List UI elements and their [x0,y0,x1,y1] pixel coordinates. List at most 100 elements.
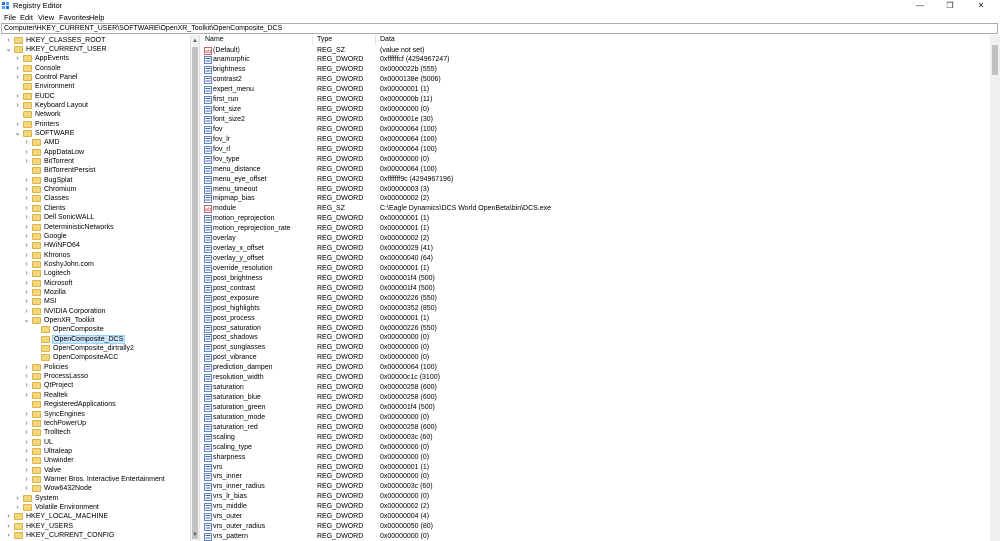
values-list[interactable]: Name Type Data ab (Default) REG_SZ (value n… [201,35,990,541]
value-row[interactable]: anamorphic REG_DWORD 0xffffffcf (429496724… [201,55,990,65]
tree-item-label[interactable]: KoshyJohn.com [43,260,95,269]
value-row[interactable]: saturation_blue REG_DWORD 0x00000258 (600) [201,393,990,403]
tree-item-label[interactable]: Khronos [43,251,71,260]
tree-item-label[interactable]: EUDC [34,92,56,101]
tree-item-label[interactable]: RegisteredApplications [43,400,117,409]
values-scrollbar[interactable] [990,35,1000,541]
tree-item-label[interactable]: Printers [34,120,60,129]
tree-item-label[interactable]: OpenComposite_DCS [52,334,126,344]
tree-item-label[interactable]: OpenXR_Toolkit [43,316,96,325]
tree-item-label[interactable]: System [34,494,59,503]
menu-favorites[interactable]: Favorites [59,12,90,23]
tree-item-label[interactable]: Microsoft [43,279,73,288]
value-row[interactable]: expert_menu REG_DWORD 0x00000001 (1) [201,85,990,95]
menu-edit[interactable]: Edit [20,12,33,23]
tree-item-label[interactable]: Trolltech [43,428,72,437]
value-row[interactable]: mipmap_bias REG_DWORD 0x00000002 (2) [201,194,990,204]
values-scroll-thumb[interactable] [992,45,998,75]
value-row[interactable]: saturation REG_DWORD 0x00000258 (600) [201,383,990,393]
value-row[interactable]: fov_type REG_DWORD 0x00000000 (0) [201,155,990,165]
value-row[interactable]: post_shadows REG_DWORD 0x00000000 (0) [201,333,990,343]
tree-item-label[interactable]: AppEvents [34,54,70,63]
value-row[interactable]: ab (Default) REG_SZ (value not set) [201,46,990,56]
value-row[interactable]: scaling REG_DWORD 0x0000003c (60) [201,433,990,443]
value-row[interactable]: override_resolution REG_DWORD 0x00000001 (… [201,264,990,274]
maximize-button[interactable]: ❐ [935,0,965,12]
tree-item-label[interactable]: Logitech [43,269,71,278]
value-row[interactable]: fov REG_DWORD 0x00000064 (100) [201,125,990,135]
menu-help[interactable]: Help [89,12,104,23]
value-row[interactable]: font_size REG_DWORD 0x00000000 (0) [201,105,990,115]
value-row[interactable]: scaling_type REG_DWORD 0x00000000 (0) [201,443,990,453]
tree-item-label[interactable]: SOFTWARE [34,129,75,138]
column-header-name[interactable]: Name [201,35,313,45]
tree-item-label[interactable]: OpenComposite [52,325,105,334]
value-row[interactable]: first_run REG_DWORD 0x0000000b (11) [201,95,990,105]
tree-item-label[interactable]: Control Panel [34,73,78,82]
tree-item-label[interactable]: OpenCompositeACC [52,353,119,362]
tree-item-label[interactable]: Realtek [43,391,69,400]
minimize-button[interactable]: — [905,0,935,12]
tree-item-label[interactable]: Valve [43,466,62,475]
value-row[interactable]: overlay REG_DWORD 0x00000002 (2) [201,234,990,244]
tree-item-label[interactable]: Mozilla [43,288,67,297]
tree-item-label[interactable]: HWiNFO64 [43,241,81,250]
tree-item-label[interactable]: Unwinder [43,456,75,465]
value-row[interactable]: vrs_outer_radius REG_DWORD 0x00000050 (80) [201,522,990,532]
tree-item-label[interactable]: Console [34,64,62,73]
tree-item-label[interactable]: AMD [43,138,61,147]
tree-item-label[interactable]: MSI [43,297,57,306]
tree-item-label[interactable]: Classes [43,194,70,203]
value-row[interactable]: vrs_inner REG_DWORD 0x00000000 (0) [201,472,990,482]
tree-item-label[interactable]: HKEY_CURRENT_CONFIG [25,531,115,540]
value-row[interactable]: overlay_y_offset REG_DWORD 0x00000040 (64) [201,254,990,264]
tree-item-label[interactable]: SyncEngines [43,410,86,419]
value-row[interactable]: font_size2 REG_DWORD 0x0000001e (30) [201,115,990,125]
value-row[interactable]: menu_timeout REG_DWORD 0x00000003 (3) [201,185,990,195]
value-row[interactable]: post_saturation REG_DWORD 0x00000226 (550) [201,324,990,334]
close-button[interactable]: ✕ [966,0,996,12]
tree-item-label[interactable]: Warner Bros. Interactive Entertainment [43,475,166,484]
value-row[interactable]: motion_reprojection_rate REG_DWORD 0x00000… [201,224,990,234]
value-row[interactable]: prediction_dampen REG_DWORD 0x00000064 (10… [201,363,990,373]
menu-file[interactable]: File [4,12,16,23]
value-row[interactable]: vrs_middle REG_DWORD 0x00000002 (2) [201,502,990,512]
value-row[interactable]: ab module REG_SZ C:\Eagle Dynamics\DCS Worl… [201,204,990,214]
tree-item-label[interactable]: Volatile Environment [34,503,100,512]
tree-item-label[interactable]: techPowerUp [43,419,87,428]
tree-item-label[interactable]: BitTorrent [43,157,75,166]
value-row[interactable]: fov_rl REG_DWORD 0x00000064 (100) [201,145,990,155]
value-row[interactable]: vrs_inner_radius REG_DWORD 0x0000003c (60) [201,482,990,492]
value-row[interactable]: menu_eye_offset REG_DWORD 0xfffffff9c (429… [201,175,990,185]
value-row[interactable]: saturation_red REG_DWORD 0x00000258 (600) [201,423,990,433]
tree-item-label[interactable]: Google [43,232,68,241]
tree-item[interactable]: › HKEY_CURRENT_CONFIG [0,531,190,541]
address-path[interactable]: Computer\HKEY_CURRENT_USER\SOFTWARE\Open… [4,24,282,33]
tree-item-label[interactable]: Policies [43,363,69,372]
tree-item-label[interactable]: DeterministicNetworks [43,223,115,232]
tree-item-label[interactable]: ProcessLasso [43,372,89,381]
tree-item-label[interactable]: Network [34,110,62,119]
tree-item-label[interactable]: HKEY_CLASSES_ROOT [25,36,106,45]
value-row[interactable]: post_contrast REG_DWORD 0x000001f4 (500) [201,284,990,294]
tree-item-label[interactable]: HKEY_CURRENT_USER [25,45,108,54]
value-row[interactable]: post_exposure REG_DWORD 0x00000226 (550) [201,294,990,304]
value-row[interactable]: post_process REG_DWORD 0x00000001 (1) [201,314,990,324]
tree-item-label[interactable]: UL [43,438,54,447]
menu-view[interactable]: View [38,12,54,23]
value-row[interactable]: fov_lr REG_DWORD 0x00000064 (100) [201,135,990,145]
value-row[interactable]: vrs REG_DWORD 0x00000001 (1) [201,463,990,473]
tree-item-label[interactable]: BugSplat [43,176,73,185]
value-row[interactable]: vrs_pattern REG_DWORD 0x00000000 (0) [201,532,990,541]
value-row[interactable]: saturation_green REG_DWORD 0x000001f4 (500… [201,403,990,413]
value-row[interactable]: motion_reprojection REG_DWORD 0x00000001 (… [201,214,990,224]
tree-scroll-thumb[interactable] [192,47,198,539]
tree-item-label[interactable]: Chromium [43,185,77,194]
tree-item-label[interactable]: OpenComposite_dirtrally2 [52,344,135,353]
value-row[interactable]: sharpness REG_DWORD 0x00000000 (0) [201,453,990,463]
tree-item-label[interactable]: Wow6432Node [43,484,93,493]
key-tree[interactable]: › HKEY_CLASSES_ROOT ⌄ HKEY_CURRENT_USER › App… [0,35,190,541]
tree-scrollbar[interactable]: ▲ ▼ [190,35,200,541]
tree-item-label[interactable]: Dell SonicWALL [43,213,95,222]
tree-item-label[interactable]: Keyboard Layout [34,101,89,110]
